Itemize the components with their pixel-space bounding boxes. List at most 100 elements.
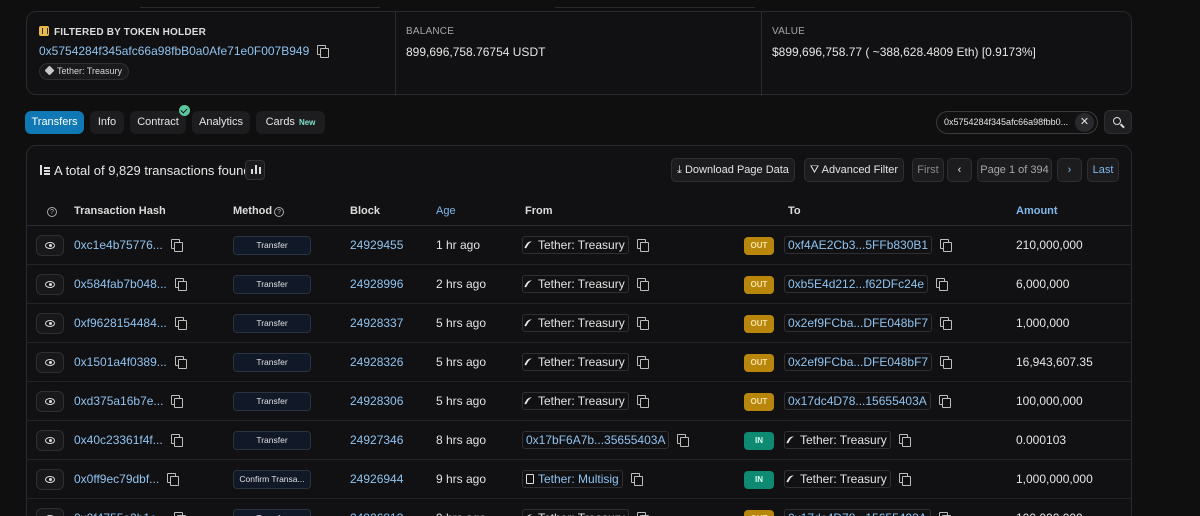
copy-icon[interactable]: [174, 356, 187, 369]
block-link[interactable]: 24929455: [350, 238, 403, 252]
block-link[interactable]: 24928337: [350, 316, 403, 330]
from-party-text: Tether: Treasury: [538, 511, 625, 516]
copy-icon[interactable]: [940, 239, 953, 252]
to-party-link[interactable]: 0x17dc4D78...15655403A: [784, 509, 931, 516]
copy-icon[interactable]: [898, 473, 911, 486]
from-party-text: Tether: Multisig: [538, 472, 619, 486]
prev-page-button[interactable]: ‹: [947, 158, 972, 182]
holder-address-link[interactable]: 0x5754284f345afc66a98fbB0a0Afe71e0F007B9…: [39, 44, 309, 58]
to-party-link[interactable]: 0x2ef9FCba...DFE048bF7: [784, 314, 933, 332]
copy-icon[interactable]: [940, 356, 953, 369]
view-details-button[interactable]: [36, 508, 64, 516]
col-age[interactable]: Age: [436, 205, 456, 217]
advanced-filter-button[interactable]: ⛛ Advanced Filter: [804, 158, 904, 182]
copy-icon[interactable]: [938, 512, 951, 516]
col-amount[interactable]: Amount: [1016, 205, 1058, 217]
block-link[interactable]: 24927346: [350, 433, 403, 447]
copy-icon[interactable]: [174, 317, 187, 330]
block-link[interactable]: 24926813: [350, 511, 403, 516]
copy-icon[interactable]: [174, 278, 187, 291]
view-details-button[interactable]: [36, 235, 64, 256]
to-party: 0x17dc4D78...15655403A: [784, 392, 951, 410]
to-party-text: 0x2ef9FCba...DFE048bF7: [788, 355, 929, 369]
to-party-link[interactable]: 0x17dc4D78...15655403A: [784, 392, 931, 410]
tab-cards[interactable]: Cards New: [256, 111, 325, 134]
from-party-link[interactable]: Tether: Multisig: [522, 470, 623, 488]
copy-icon[interactable]: [167, 473, 180, 486]
age-text: 5 hrs ago: [436, 394, 487, 408]
copy-icon[interactable]: [171, 395, 184, 408]
download-page-data-button[interactable]: ⤓ Download Page Data: [671, 158, 795, 182]
copy-icon[interactable]: [636, 278, 649, 291]
clear-filter-icon[interactable]: ✕: [1075, 113, 1094, 132]
to-party-link[interactable]: 0xf4AE2Cb3...5FFb830B1: [784, 236, 933, 254]
first-page-button[interactable]: First: [912, 158, 944, 182]
tx-hash-link[interactable]: 0xf9628154484...: [74, 316, 167, 330]
from-party-link[interactable]: Tether: Treasury: [522, 392, 629, 410]
copy-icon[interactable]: [636, 512, 649, 516]
age-text: 1 hr ago: [436, 238, 481, 252]
copy-icon[interactable]: [938, 395, 951, 408]
tx-hash-link[interactable]: 0x40c23361f4f...: [74, 433, 163, 447]
copy-icon[interactable]: [636, 239, 649, 252]
copy-icon[interactable]: [636, 395, 649, 408]
from-party-link[interactable]: Tether: Treasury: [522, 509, 629, 516]
new-badge: New: [298, 118, 316, 127]
last-page-button[interactable]: Last: [1087, 158, 1119, 182]
tx-hash-link[interactable]: 0x1501a4f0389...: [74, 355, 167, 369]
block-link[interactable]: 24926944: [350, 472, 403, 486]
block-link[interactable]: 24928306: [350, 394, 403, 408]
to-party-text: Tether: Treasury: [800, 472, 887, 486]
view-details-button[interactable]: [36, 313, 64, 334]
copy-icon[interactable]: [170, 434, 183, 447]
tx-hash-link[interactable]: 0x2f4755a2b1c...: [74, 511, 166, 516]
from-party-link[interactable]: Tether: Treasury: [522, 353, 629, 371]
next-page-button[interactable]: ›: [1057, 158, 1082, 182]
copy-icon[interactable]: [677, 434, 690, 447]
copy-icon[interactable]: [636, 317, 649, 330]
tab-analytics[interactable]: Analytics: [192, 111, 250, 134]
chart-button[interactable]: [245, 160, 265, 180]
sort-icon: [38, 165, 50, 176]
view-details-button[interactable]: [36, 391, 64, 412]
copy-icon[interactable]: [636, 356, 649, 369]
from-party-text: Tether: Treasury: [538, 277, 625, 291]
to-party-link[interactable]: Tether: Treasury: [784, 470, 891, 488]
active-filter-pill[interactable]: 0x5754284f345afc66a98fbb0...: [936, 111, 1098, 134]
copy-icon[interactable]: [174, 512, 187, 516]
tx-hash-link[interactable]: 0x0ff9ec79dbf...: [74, 472, 159, 486]
to-party-link[interactable]: 0xb5E4d212...f62DFc24e: [784, 275, 929, 293]
copy-icon[interactable]: [898, 434, 911, 447]
from-party-link[interactable]: Tether: Treasury: [522, 275, 629, 293]
view-details-button[interactable]: [36, 274, 64, 295]
tx-hash-link[interactable]: 0xc1e4b75776...: [74, 238, 163, 252]
copy-icon[interactable]: [936, 278, 949, 291]
tab-contract[interactable]: Contract: [130, 111, 186, 134]
method-help-icon[interactable]: ?: [274, 207, 285, 217]
from-party-link[interactable]: Tether: Treasury: [522, 314, 629, 332]
tether-leaf-icon: [786, 434, 797, 447]
tab-transfers[interactable]: Transfers: [25, 111, 84, 134]
tab-info[interactable]: Info: [90, 111, 124, 134]
holder-name-tag[interactable]: Tether: Treasury: [39, 63, 130, 80]
copy-icon[interactable]: [630, 473, 643, 486]
block-link[interactable]: 24928326: [350, 355, 403, 369]
block-link[interactable]: 24928996: [350, 277, 403, 291]
to-party-link[interactable]: 0x2ef9FCba...DFE048bF7: [784, 353, 933, 371]
to-party-link[interactable]: Tether: Treasury: [784, 431, 891, 449]
search-button[interactable]: [1104, 110, 1132, 134]
copy-icon[interactable]: [170, 239, 183, 252]
view-details-button[interactable]: [36, 469, 64, 490]
tx-hash: 0x584fab7b048...: [74, 277, 187, 291]
view-details-button[interactable]: [36, 352, 64, 373]
copy-icon[interactable]: [317, 45, 330, 58]
tx-hash-link[interactable]: 0x584fab7b048...: [74, 277, 167, 291]
view-details-button[interactable]: [36, 430, 64, 451]
from-party: Tether: Treasury: [522, 392, 649, 410]
tether-leaf-icon: [524, 278, 535, 291]
from-party-link[interactable]: 0x17bF6A7b...35655403A: [522, 431, 670, 449]
tx-hash-link[interactable]: 0xd375a16b7e...: [74, 394, 163, 408]
copy-icon[interactable]: [940, 317, 953, 330]
to-party: 0x2ef9FCba...DFE048bF7: [784, 314, 953, 332]
from-party-link[interactable]: Tether: Treasury: [522, 236, 629, 254]
